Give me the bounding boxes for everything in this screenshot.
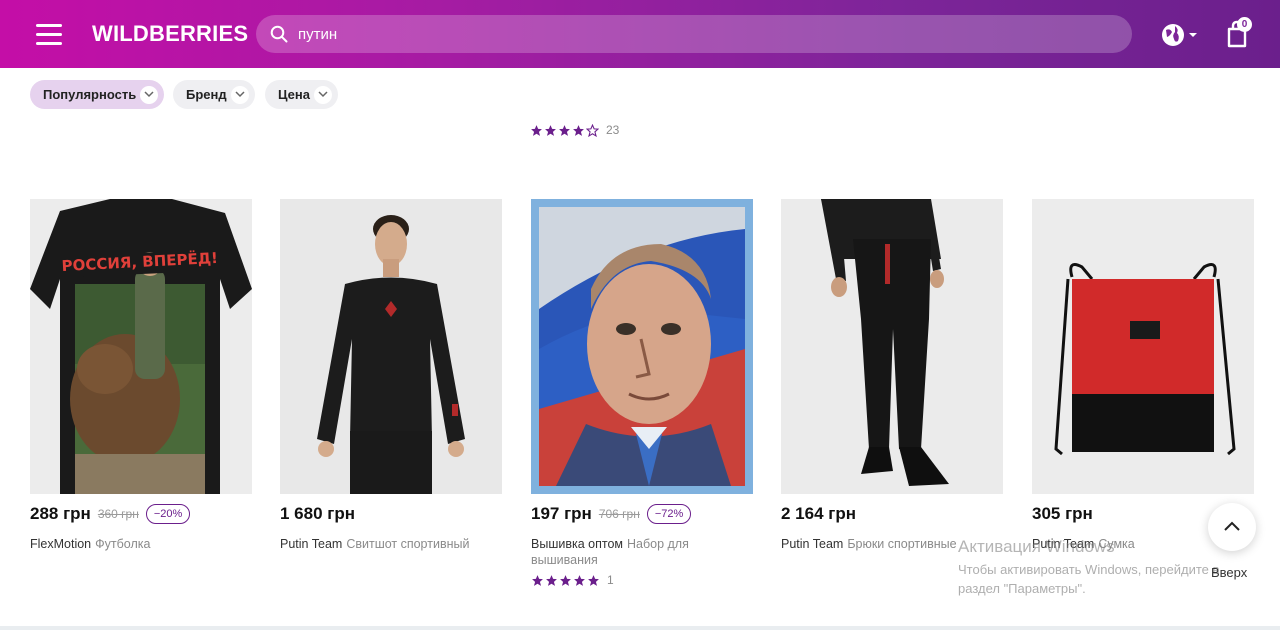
product-card[interactable]: 2 164 грн Putin Team Брюки спортивные — [781, 199, 1003, 551]
product-card[interactable]: РОССИЯ, ВПЕРЁД! 288 грн 360 грн −20% Fle… — [30, 199, 252, 551]
price-row: 197 грн 706 грн −72% — [531, 504, 692, 524]
chevron-down-icon — [230, 86, 249, 104]
rating: 23 — [530, 123, 619, 137]
filter-popularity[interactable]: Популярность — [30, 80, 165, 109]
product-card[interactable]: 1 680 грн Putin Team Свитшот спортивный — [280, 199, 502, 551]
product-image-tshirt[interactable]: РОССИЯ, ВПЕРЁД! — [30, 199, 252, 494]
rating: 1 — [531, 573, 614, 587]
scroll-top-button[interactable] — [1208, 503, 1256, 551]
cart-count-badge: 0 — [1237, 17, 1252, 32]
globe-icon[interactable] — [1160, 22, 1200, 48]
price-row: 288 грн 360 грн −20% — [30, 504, 191, 524]
product-name: Футболка — [95, 537, 151, 551]
bottom-divider — [0, 626, 1280, 630]
product-image-bag[interactable] — [1032, 199, 1254, 494]
product-image-sweatshirt[interactable] — [280, 199, 502, 494]
filter-brand[interactable]: Бренд — [173, 80, 255, 109]
star-filled-icon — [588, 574, 599, 586]
filter-label: Бренд — [186, 87, 227, 102]
price-row: 305 грн — [1032, 504, 1093, 524]
chevron-down-icon — [313, 86, 332, 104]
product-image-embroidery[interactable] — [531, 199, 753, 494]
product-brand: Вышивка оптом — [531, 537, 623, 551]
price: 1 680 грн — [280, 504, 355, 523]
top-header: WILDBERRIES путин 0 — [0, 0, 1280, 68]
search-icon — [270, 25, 288, 43]
star-filled-icon — [532, 574, 543, 586]
filter-label: Цена — [278, 87, 310, 102]
price-row: 2 164 грн — [781, 504, 856, 524]
product-name: Свитшот спортивный — [346, 537, 470, 551]
chevron-down-icon — [140, 86, 159, 104]
product-image-pants[interactable] — [781, 199, 1003, 494]
product-meta[interactable]: Putin Team Свитшот спортивный — [280, 536, 502, 552]
product-meta[interactable]: FlexMotion Футболка — [30, 536, 252, 552]
price: 2 164 грн — [781, 504, 856, 523]
star-filled-icon — [531, 124, 542, 136]
filter-price[interactable]: Цена — [265, 80, 338, 109]
star-filled-icon — [574, 574, 585, 586]
menu-icon[interactable] — [36, 22, 62, 46]
product-brand: Putin Team — [781, 537, 844, 551]
windows-activation-title: Активация Windows — [958, 537, 1115, 556]
discount-badge: −72% — [646, 504, 692, 524]
logo[interactable]: WILDBERRIES — [92, 21, 248, 47]
star-filled-icon — [559, 124, 570, 136]
price: 305 грн — [1032, 504, 1093, 523]
old-price: 360 грн — [97, 507, 139, 521]
star-empty-icon — [586, 123, 599, 137]
star-filled-icon — [546, 574, 557, 586]
product-brand: Putin Team — [280, 537, 343, 551]
product-card[interactable]: 197 грн 706 грн −72% Вышивка оптом Набор … — [531, 199, 753, 587]
rating-count: 1 — [607, 573, 614, 587]
star-filled-icon — [560, 574, 571, 586]
old-price: 706 грн — [598, 507, 640, 521]
price-row: 1 680 грн — [280, 504, 355, 524]
scroll-top-label[interactable]: Вверх — [1211, 565, 1247, 580]
rating-count: 23 — [606, 123, 620, 137]
star-filled-icon — [573, 124, 584, 136]
discount-badge: −20% — [145, 504, 191, 524]
product-meta[interactable]: Вышивка оптом Набор для вышивания — [531, 536, 753, 568]
price: 288 грн — [30, 504, 91, 523]
search-input[interactable]: путин — [256, 15, 1132, 53]
star-filled-icon — [545, 124, 556, 136]
filter-label: Популярность — [43, 87, 137, 102]
windows-activation-text: Чтобы активировать Windows, перейдите в … — [958, 562, 1220, 596]
product-name: Брюки спортивные — [847, 537, 957, 551]
chevron-up-icon — [1224, 521, 1240, 531]
price: 197 грн — [531, 504, 592, 523]
product-brand: FlexMotion — [30, 537, 92, 551]
search-value: путин — [298, 26, 338, 43]
product-card[interactable]: 305 грн Putin Team Сумка — [1032, 199, 1254, 551]
